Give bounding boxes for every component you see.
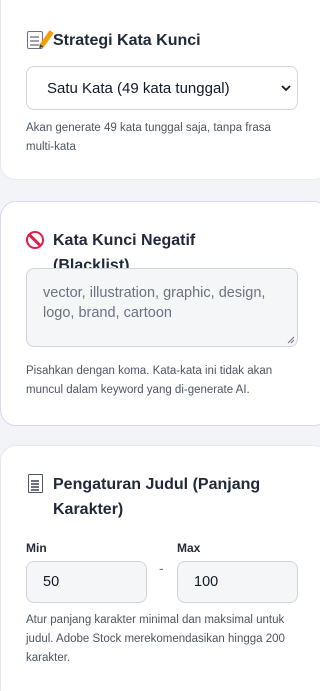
negative-keywords-card: Kata Kunci Negatif (Blacklist) vector, i…: [0, 201, 320, 426]
title-settings-help: Atur panjang karakter minimal dan maksim…: [26, 614, 285, 664]
settings-panel: Strategi Kata Kunci Satu Kata (49 kata t…: [0, 0, 320, 691]
keyword-strategy-heading: Strategi Kata Kunci: [26, 28, 276, 53]
max-length-input[interactable]: 100: [177, 561, 298, 603]
min-length-value: 50: [43, 574, 60, 590]
keyword-strategy-card: Strategi Kata Kunci Satu Kata (49 kata t…: [0, 0, 320, 180]
chevron-down-icon: [281, 85, 291, 92]
max-length-value: 100: [194, 574, 219, 590]
title-settings-heading: Pengaturan Judul (Panjang Karakter): [26, 472, 276, 522]
resize-handle-icon[interactable]: [287, 336, 295, 344]
memo-icon: [26, 30, 54, 50]
keyword-strategy-selected: Satu Kata (49 kata tunggal): [47, 79, 230, 97]
prohibited-icon: [26, 230, 46, 250]
page-icon: [26, 474, 46, 494]
keyword-strategy-help: Akan generate 49 kata tunggal saja, tanp…: [26, 122, 271, 153]
min-length-input[interactable]: 50: [26, 561, 147, 603]
min-label: Min: [26, 541, 47, 555]
negative-keywords-textarea[interactable]: vector, illustration, graphic, design, l…: [26, 268, 298, 347]
keyword-strategy-title: Strategi Kata Kunci: [53, 32, 201, 49]
negative-keywords-help: Pisahkan dengan koma. Kata-kata ini tida…: [26, 365, 273, 396]
title-settings-title: Pengaturan Judul (Panjang Karakter): [53, 476, 261, 518]
negative-keywords-placeholder: vector, illustration, graphic, design, l…: [43, 285, 266, 321]
keyword-strategy-select[interactable]: Satu Kata (49 kata tunggal): [26, 66, 298, 110]
range-separator: -: [159, 560, 164, 576]
max-label: Max: [177, 541, 201, 555]
title-settings-card: Pengaturan Judul (Panjang Karakter) Min …: [0, 445, 320, 691]
